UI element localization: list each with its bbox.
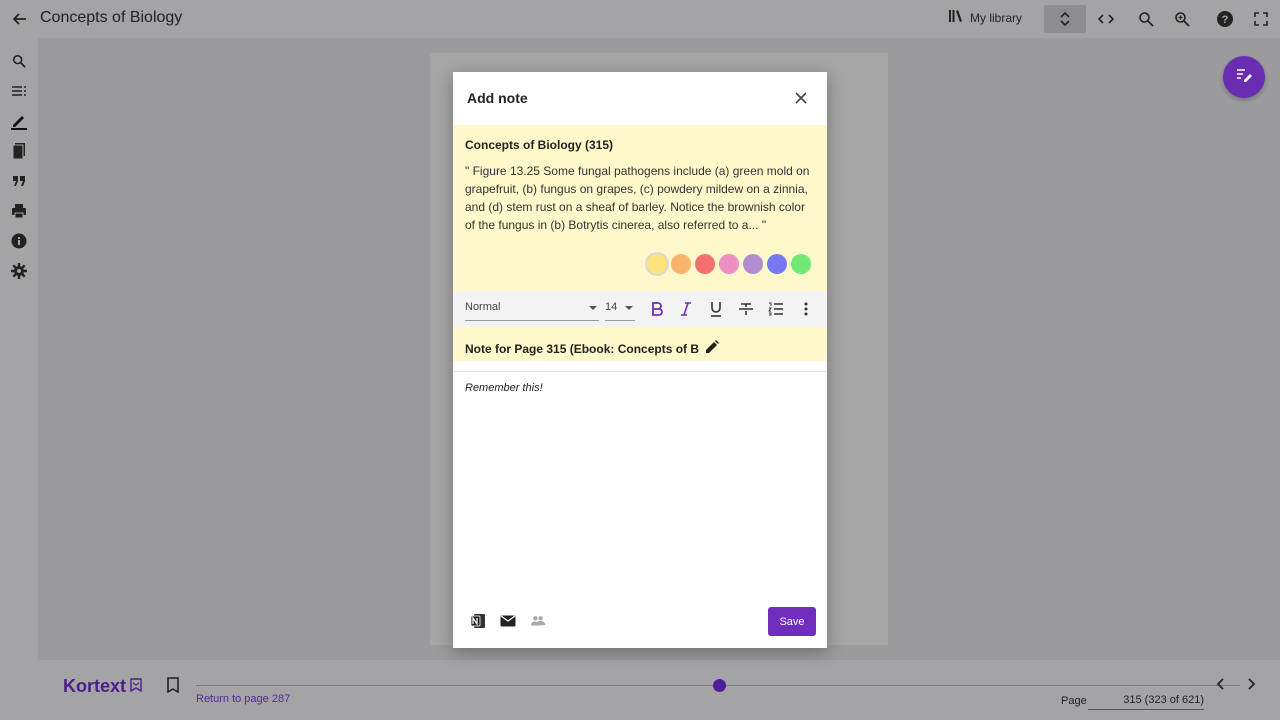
search-icon[interactable] (8, 50, 30, 72)
color-swatch[interactable] (791, 254, 811, 274)
color-swatch[interactable] (695, 254, 715, 274)
color-swatch[interactable] (647, 254, 667, 274)
book-title: Concepts of Biology (40, 9, 183, 26)
quote-text: " Figure 13.25 Some fungal pathogens inc… (465, 164, 810, 232)
color-swatch[interactable] (719, 254, 739, 274)
chevron-down-icon (589, 306, 597, 310)
color-swatch[interactable] (671, 254, 691, 274)
save-button[interactable]: Save (768, 607, 816, 636)
page-mode-button[interactable] (1094, 7, 1118, 31)
search-icon[interactable] (1134, 7, 1158, 31)
brand-bookmark-icon (130, 676, 142, 697)
numbered-list-icon[interactable] (766, 299, 786, 319)
print-icon[interactable] (8, 200, 30, 222)
note-title[interactable]: Note for Page 315 (Ebook: Concepts of B (465, 342, 701, 356)
bookmark-page-icon[interactable] (166, 677, 184, 695)
italic-icon[interactable] (676, 299, 696, 319)
more-options-icon[interactable] (796, 299, 816, 319)
quote-source: Concepts of Biology (315) (465, 138, 614, 152)
underline-icon[interactable] (706, 299, 726, 319)
strikethrough-icon[interactable] (736, 299, 756, 319)
note-title-row: Note for Page 315 (Ebook: Concepts of B (453, 328, 827, 372)
zoom-in-icon[interactable] (1170, 7, 1194, 31)
bottom-bar: Kortext Return to page 287 Page 315 (323… (38, 660, 1280, 720)
my-library-button[interactable]: My library (948, 9, 1022, 26)
my-library-label: My library (970, 10, 1023, 25)
close-icon[interactable] (792, 89, 810, 107)
color-swatch[interactable] (743, 254, 763, 274)
library-icon (948, 9, 964, 26)
settings-gear-icon[interactable] (8, 260, 30, 282)
top-bar: Concepts of Biology My library ? (0, 0, 1280, 38)
chevron-down-icon (625, 306, 633, 310)
brand-name: Kortext (63, 676, 127, 696)
notes-fab-button[interactable] (1223, 56, 1265, 98)
contents-list-icon[interactable] (8, 80, 30, 102)
quotes-icon[interactable] (8, 170, 30, 192)
text-format-toolbar: Normal 14 (453, 291, 827, 327)
edit-notes-icon (1235, 66, 1253, 89)
share-with-group-icon[interactable] (530, 613, 546, 629)
page-slider-thumb[interactable] (713, 679, 726, 692)
email-icon[interactable] (500, 613, 516, 629)
dialog-header: Add note (453, 72, 827, 125)
next-page-icon[interactable] (1244, 677, 1262, 695)
scroll-mode-button[interactable] (1044, 5, 1086, 33)
font-size-value: 14 (605, 301, 618, 313)
previous-page-icon[interactable] (1214, 677, 1232, 695)
font-size-select[interactable]: 14 (605, 301, 635, 321)
info-icon[interactable] (8, 230, 30, 252)
color-swatch[interactable] (767, 254, 787, 274)
kortext-logo: Kortext (63, 676, 142, 697)
edit-pencil-icon[interactable] (704, 339, 722, 357)
fullscreen-icon[interactable] (1249, 7, 1273, 31)
svg-text:?: ? (1222, 14, 1229, 26)
help-icon[interactable]: ? (1213, 7, 1237, 31)
dialog-title: Add note (467, 90, 528, 106)
page-number-input[interactable]: 315 (323 of 621) (1088, 694, 1204, 710)
onenote-icon[interactable] (470, 613, 486, 629)
page-label: Page (1061, 695, 1087, 707)
share-options (470, 613, 546, 629)
note-body-editor[interactable]: Remember this! (465, 382, 815, 394)
left-toolbar (0, 38, 38, 720)
highlight-color-picker (647, 254, 811, 274)
paragraph-format-select[interactable]: Normal (465, 301, 599, 321)
bold-icon[interactable] (647, 299, 667, 319)
format-value: Normal (465, 301, 501, 313)
annotate-pen-icon[interactable] (8, 110, 30, 132)
bookmarks-icon[interactable] (8, 140, 30, 162)
add-note-dialog: Add note Concepts of Biology (315) " Fig… (453, 72, 827, 648)
return-to-page-link[interactable]: Return to page 287 (196, 693, 290, 705)
back-arrow-icon[interactable] (8, 8, 30, 30)
